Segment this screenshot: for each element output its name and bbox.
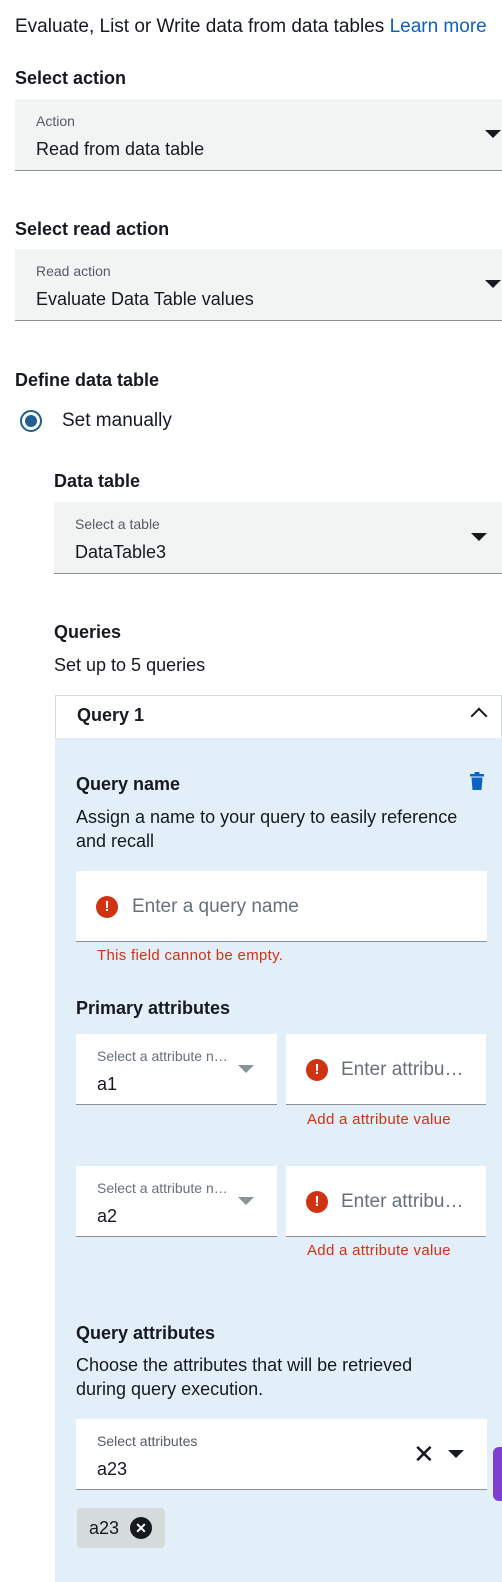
data-table-select-label: Select a table bbox=[75, 516, 160, 532]
caret-down-icon bbox=[448, 1450, 464, 1458]
caret-down-icon bbox=[485, 130, 501, 138]
query-name-description-line2: and recall bbox=[76, 831, 155, 851]
attribute-chip: a23 ✕ bbox=[77, 1508, 165, 1548]
attribute-value-placeholder: Enter attribu… bbox=[341, 1191, 464, 1212]
data-table-select[interactable]: Select a table DataTable3 bbox=[54, 502, 502, 574]
query-name-input[interactable]: ! Enter a query name bbox=[76, 871, 487, 942]
query-attributes-title: Query attributes bbox=[76, 1323, 216, 1343]
set-manually-radio[interactable] bbox=[20, 410, 42, 432]
side-panel-tab[interactable] bbox=[493, 1447, 502, 1501]
attribute-chip-label: a23 bbox=[89, 1518, 120, 1538]
clear-icon[interactable]: ✕ bbox=[413, 1441, 435, 1467]
query-attributes-select-value: a23 bbox=[97, 1459, 128, 1479]
query-name-description-line1: Assign a name to your query to easily re… bbox=[76, 807, 458, 827]
attribute-name-select-1[interactable]: Select a attribute n… a1 bbox=[76, 1034, 277, 1105]
query-attributes-description-line2: during query execution. bbox=[76, 1379, 264, 1399]
action-select[interactable]: Action Read from data table bbox=[15, 99, 502, 171]
error-icon: ! bbox=[306, 1059, 328, 1081]
attribute-name-select-label: Select a attribute n… bbox=[97, 1048, 228, 1064]
read-action-select-value: Evaluate Data Table values bbox=[36, 289, 254, 309]
attribute-name-select-label: Select a attribute n… bbox=[97, 1180, 228, 1196]
intro-description: Evaluate, List or Write data from data t… bbox=[15, 16, 385, 37]
caret-down-icon bbox=[238, 1065, 254, 1073]
query-name-error: This field cannot be empty. bbox=[97, 947, 284, 964]
attribute-value-input-1[interactable]: ! Enter attribu… bbox=[286, 1034, 486, 1105]
query-1-header[interactable]: Query 1 bbox=[55, 695, 502, 738]
query-name-title: Query name bbox=[76, 774, 181, 794]
define-data-table-title: Define data table bbox=[15, 370, 160, 390]
caret-down-icon bbox=[238, 1197, 254, 1205]
data-table-select-value: DataTable3 bbox=[75, 542, 167, 562]
caret-down-icon bbox=[471, 533, 487, 541]
learn-more-link[interactable]: Learn more bbox=[390, 16, 487, 37]
query-attributes-select-label: Select attributes bbox=[97, 1433, 198, 1449]
caret-down-icon bbox=[485, 280, 501, 288]
intro-text: Evaluate, List or Write data from data t… bbox=[15, 16, 487, 38]
attribute-name-select-value: a2 bbox=[97, 1206, 118, 1226]
attribute-value-input-2[interactable]: ! Enter attribu… bbox=[286, 1166, 486, 1237]
trash-icon[interactable] bbox=[470, 772, 484, 790]
query-name-placeholder: Enter a query name bbox=[132, 896, 299, 917]
attribute-value-error-2: Add a attribute value bbox=[307, 1242, 451, 1259]
select-read-action-title: Select read action bbox=[15, 219, 170, 239]
action-select-value: Read from data table bbox=[36, 139, 205, 159]
primary-attributes-title: Primary attributes bbox=[76, 998, 231, 1018]
attribute-value-error-1: Add a attribute value bbox=[307, 1111, 451, 1128]
attribute-name-select-value: a1 bbox=[97, 1074, 118, 1094]
select-action-title: Select action bbox=[15, 68, 127, 88]
queries-subtitle: Set up to 5 queries bbox=[54, 655, 206, 675]
error-icon: ! bbox=[306, 1191, 328, 1213]
attribute-value-placeholder: Enter attribu… bbox=[341, 1059, 464, 1080]
queries-title: Queries bbox=[54, 622, 122, 642]
set-manually-label[interactable]: Set manually bbox=[62, 410, 172, 432]
read-action-select[interactable]: Read action Evaluate Data Table values bbox=[15, 249, 502, 321]
attribute-name-select-2[interactable]: Select a attribute n… a2 bbox=[76, 1166, 277, 1237]
data-table-title: Data table bbox=[54, 471, 141, 491]
chip-remove-icon[interactable]: ✕ bbox=[130, 1517, 152, 1539]
action-select-label: Action bbox=[36, 113, 75, 129]
query-attributes-description-line1: Choose the attributes that will be retri… bbox=[76, 1355, 413, 1375]
read-action-select-label: Read action bbox=[36, 263, 111, 279]
error-icon: ! bbox=[96, 896, 118, 918]
query-1-title: Query 1 bbox=[77, 705, 145, 725]
chevron-up-icon[interactable] bbox=[470, 707, 488, 725]
